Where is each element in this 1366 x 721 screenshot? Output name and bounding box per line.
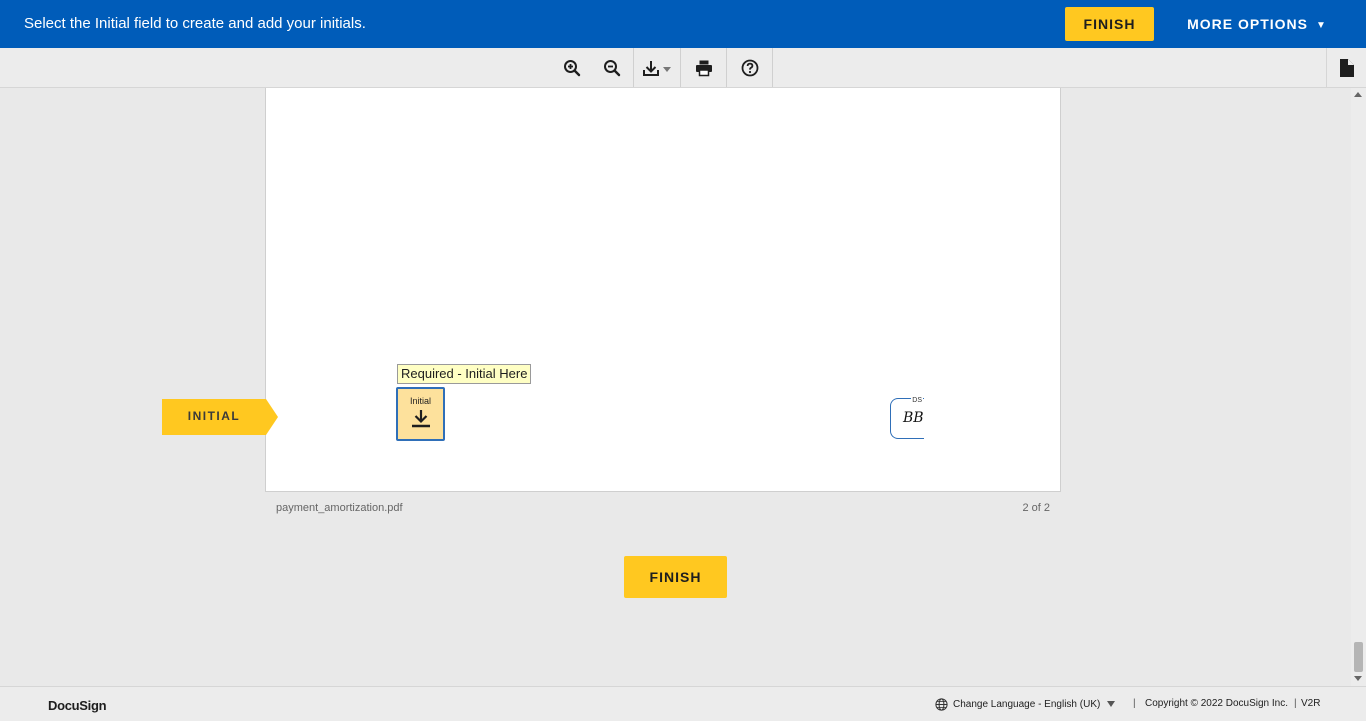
zoom-out-button[interactable] bbox=[592, 48, 632, 87]
banner-message: Select the Initial field to create and a… bbox=[24, 15, 366, 32]
copyright-text: Copyright © 2022 DocuSign Inc. bbox=[1145, 698, 1289, 709]
document-toolbar bbox=[0, 48, 1366, 88]
caret-down-icon bbox=[1107, 701, 1116, 707]
footer-divider: | bbox=[1294, 698, 1297, 709]
initial-field[interactable]: Initial bbox=[396, 387, 445, 441]
print-button[interactable] bbox=[681, 48, 726, 87]
download-icon bbox=[643, 60, 671, 76]
footer: DocuSign Change Language - English (UK) … bbox=[0, 686, 1366, 721]
document-filename: payment_amortization.pdf bbox=[276, 502, 403, 514]
initial-field-label: Initial bbox=[409, 396, 431, 406]
globe-icon bbox=[935, 697, 948, 711]
finish-button[interactable]: FINISH bbox=[1065, 7, 1154, 41]
change-language-dropdown[interactable]: Change Language - English (UK) bbox=[935, 696, 1116, 712]
download-button[interactable] bbox=[634, 48, 680, 87]
docusign-stamp-tag: DS bbox=[911, 397, 923, 404]
indicator-label: INITIAL bbox=[187, 409, 241, 423]
download-arrow-icon bbox=[411, 410, 430, 428]
stamp-initials: BB bbox=[903, 410, 924, 426]
docusign-logo: DocuSign bbox=[48, 698, 107, 713]
initial-indicator-tab[interactable]: INITIAL bbox=[162, 399, 278, 435]
document-icon bbox=[1339, 58, 1354, 77]
scroll-thumb[interactable] bbox=[1354, 642, 1363, 672]
page-count: 2 of 2 bbox=[1022, 502, 1050, 514]
language-label: Change Language - English (UK) bbox=[953, 698, 1101, 710]
help-button[interactable] bbox=[727, 48, 772, 87]
version-text: V2R bbox=[1301, 698, 1321, 709]
caret-down-icon: ▼ bbox=[1316, 19, 1327, 31]
zoom-in-icon bbox=[564, 59, 581, 76]
help-icon bbox=[741, 59, 758, 76]
document-panel-button[interactable] bbox=[1326, 48, 1366, 87]
bottom-finish-button[interactable]: FINISH bbox=[624, 556, 727, 598]
zoom-out-icon bbox=[604, 59, 621, 76]
vertical-scrollbar[interactable] bbox=[1351, 88, 1366, 686]
print-icon bbox=[695, 60, 712, 76]
toolbar-divider bbox=[772, 48, 773, 87]
initials-stamp: DS BB bbox=[890, 397, 924, 439]
footer-divider: | bbox=[1133, 698, 1136, 709]
required-tooltip: Required - Initial Here bbox=[397, 364, 532, 384]
scroll-down-arrow-icon[interactable] bbox=[1354, 676, 1362, 681]
more-options-button[interactable]: MORE OPTIONS ▼ bbox=[1174, 7, 1340, 41]
more-options-label: MORE OPTIONS bbox=[1187, 16, 1308, 32]
zoom-in-button[interactable] bbox=[552, 48, 592, 87]
action-banner: Select the Initial field to create and a… bbox=[0, 0, 1366, 48]
scroll-up-arrow-icon[interactable] bbox=[1354, 92, 1362, 97]
document-page bbox=[265, 88, 1061, 492]
